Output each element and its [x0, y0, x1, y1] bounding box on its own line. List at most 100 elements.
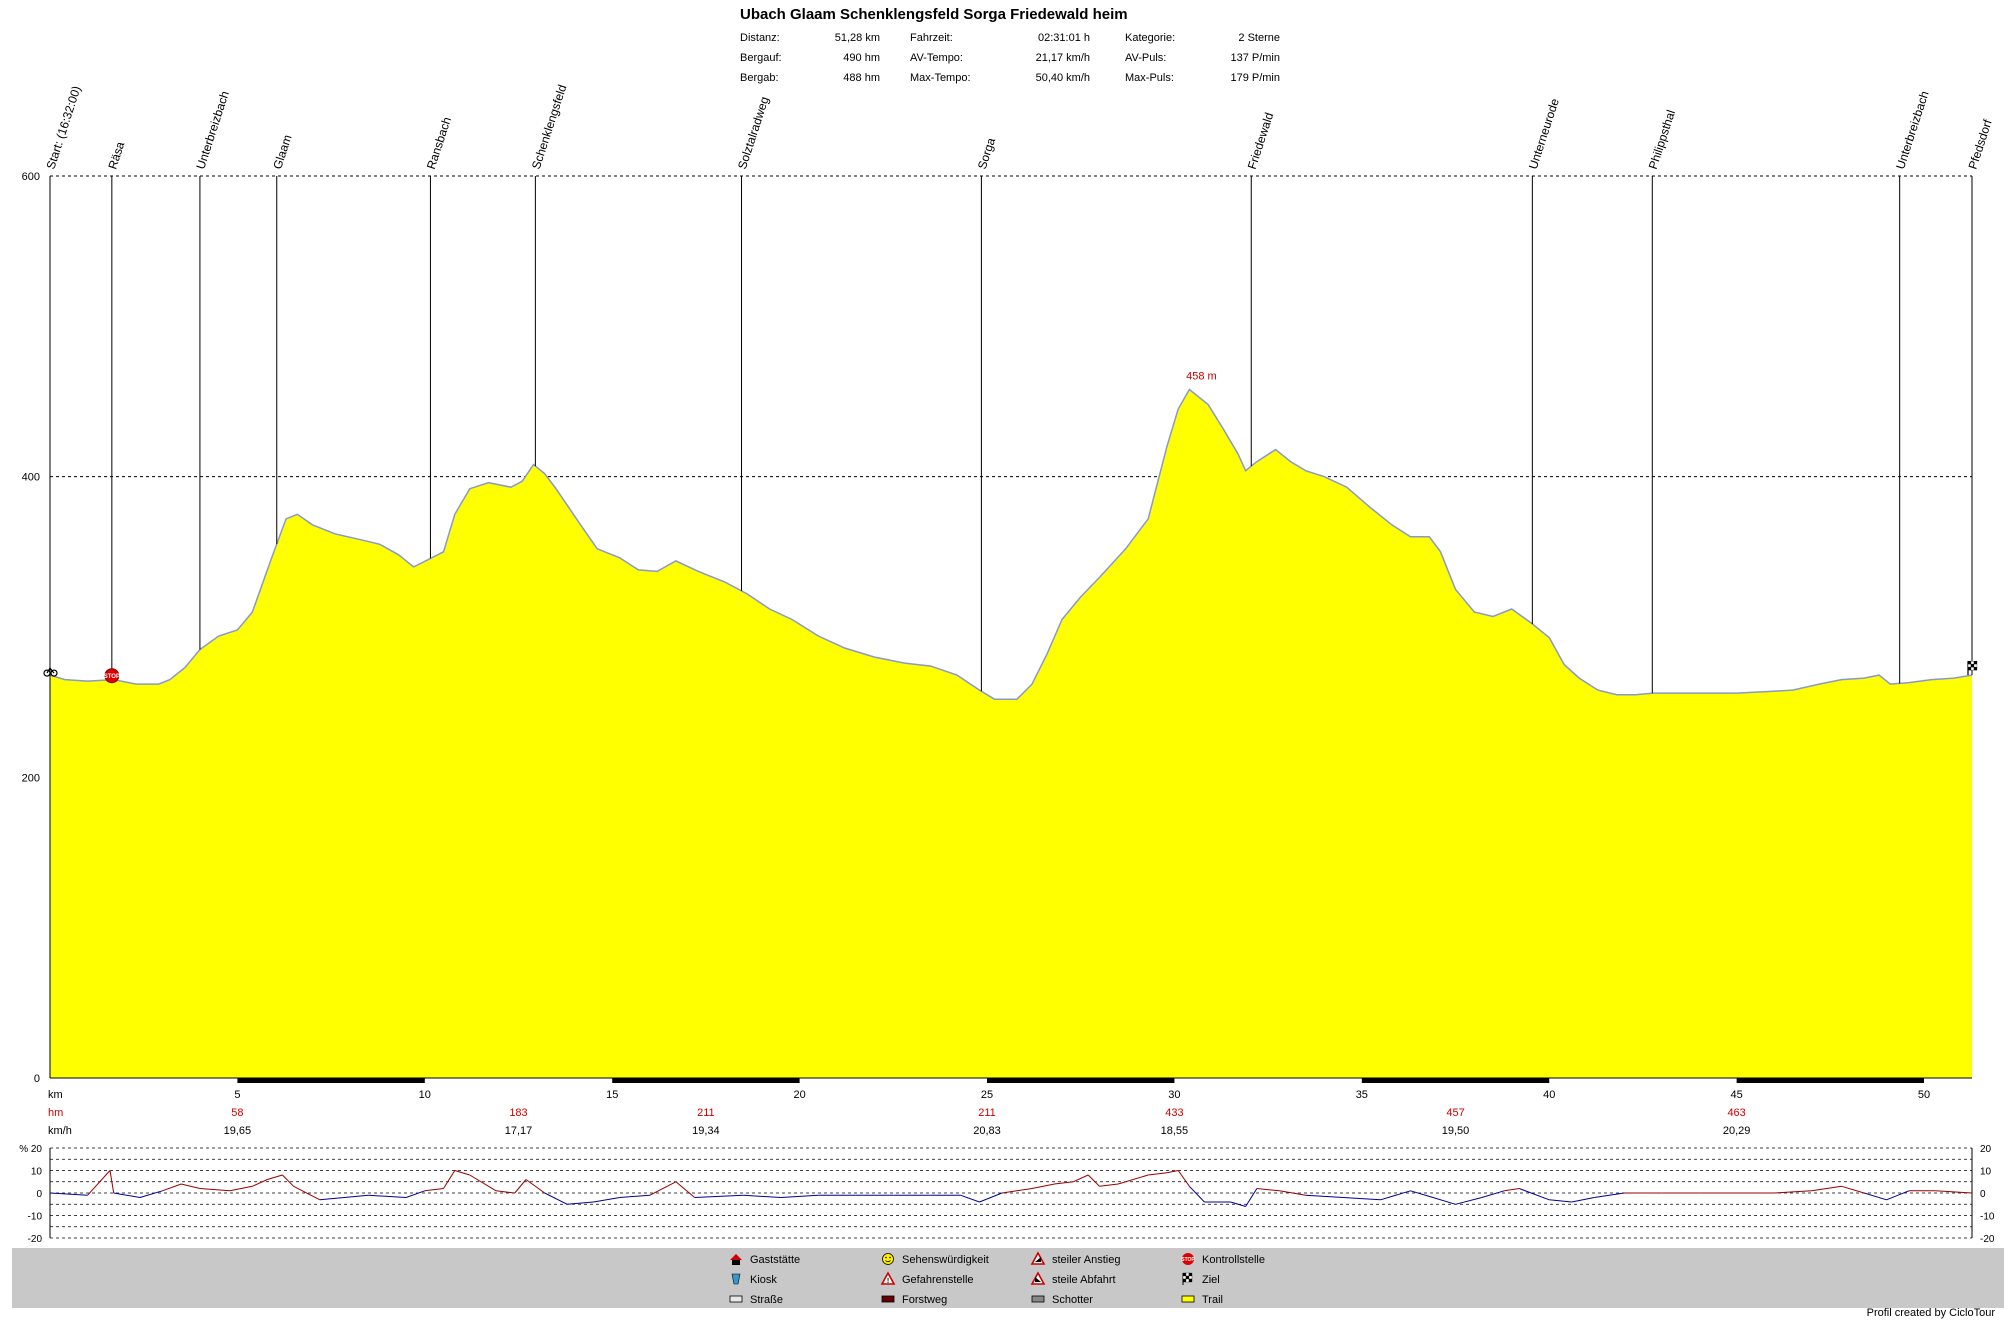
face — [882, 1253, 894, 1265]
table-cell: 463 — [1727, 1107, 1745, 1119]
y-tick-label: 600 — [22, 171, 40, 183]
square — [1182, 1275, 1187, 1280]
stat-label: Kategorie: — [1125, 32, 1175, 44]
grade-segment — [319, 1194, 369, 1201]
grade-segment — [960, 1194, 980, 1203]
x-axis-band — [1361, 1078, 1550, 1083]
stat-value: 50,40 km/h — [1036, 72, 1090, 84]
stat-label: AV-Tempo: — [910, 52, 963, 64]
eye — [889, 1256, 891, 1259]
legend-label: steiler Anstieg — [1052, 1254, 1120, 1266]
grade-segment — [1072, 1174, 1089, 1183]
table-cell: 211 — [978, 1107, 996, 1119]
flag-square — [1973, 663, 1978, 668]
legend-label: Straße — [750, 1294, 783, 1306]
x-axis: km 5 10 15 20 25 30 35 40 45 50 — [48, 1077, 1972, 1101]
grade-segment — [979, 1192, 1003, 1203]
grade-segment — [443, 1170, 456, 1189]
chart-title: Ubach Glaam Schenklengsfeld Sorga Friede… — [740, 6, 1128, 23]
elevation-profile-chart: Ubach Glaam Schenklengsfeld Sorga Friede… — [12, 6, 2004, 1319]
segment-stats-table: hm 58 183 211 211 433 457 463 km/h 19,65 17,17 19,3… — [48, 1107, 1750, 1137]
grade-segment — [780, 1194, 819, 1198]
grade-segment — [1811, 1185, 1842, 1192]
x-tick-label: 15 — [606, 1089, 618, 1101]
stat-value: 02:31:01 h — [1038, 32, 1090, 44]
square — [1182, 1278, 1187, 1283]
legend-label: Kontrollstelle — [1202, 1254, 1265, 1266]
grade-tick-label: -20 — [28, 1234, 43, 1245]
grade-segment — [1177, 1170, 1190, 1187]
legend-label: Forstweg — [902, 1294, 947, 1306]
elevation-plot: 0 200 400 600 458 m — [22, 171, 1973, 1085]
flag-square — [1967, 660, 1972, 665]
grade-segment — [1549, 1199, 1572, 1203]
legend-label: Sehenswürdigkeit — [902, 1254, 989, 1266]
x-tick-label: 20 — [793, 1089, 805, 1101]
grade-segment — [1054, 1181, 1074, 1185]
stat-label: Fahrzeit: — [910, 32, 953, 44]
x-tick-label: 50 — [1918, 1089, 1930, 1101]
grade-segment — [1886, 1190, 1910, 1201]
x-tick-label: 45 — [1730, 1089, 1742, 1101]
square — [1188, 1275, 1193, 1280]
grade-segment — [1148, 1172, 1167, 1176]
swatch — [881, 1295, 895, 1303]
stat-label: AV-Puls: — [1125, 52, 1166, 64]
grade-segment — [619, 1194, 650, 1198]
waypoint-label: Räsa — [105, 140, 127, 171]
table-cell: 17,17 — [505, 1125, 533, 1137]
grade-segment — [252, 1179, 268, 1187]
square — [1185, 1275, 1190, 1280]
grade-segment — [1481, 1190, 1505, 1198]
mark: ! — [887, 1278, 889, 1285]
stats-block: Distanz: 51,28 km Bergauf: 490 hm Bergab… — [740, 32, 1280, 84]
grade-segment — [1432, 1197, 1456, 1205]
waypoint-label: Pfedsdorf — [1966, 117, 1995, 171]
waypoint-label: Unterbreizbach — [1893, 89, 1931, 171]
x-axis-band — [1736, 1078, 1925, 1083]
grade-tick-label-right: 0 — [1980, 1189, 1986, 1200]
stop-sign-text: STOP — [104, 674, 120, 680]
square — [1185, 1272, 1190, 1277]
grade-segment — [1504, 1188, 1520, 1192]
grade-segment — [1099, 1183, 1119, 1187]
grade-segment — [743, 1194, 781, 1198]
waypoint-label: Start: (16:32:00) — [44, 84, 84, 171]
forest-track-surface-icon — [881, 1295, 895, 1303]
grade-segment — [675, 1181, 696, 1198]
table-cell: 20,29 — [1723, 1125, 1751, 1137]
waypoint-label: Unterbreizbach — [193, 89, 231, 171]
x-tick-label: 35 — [1356, 1089, 1368, 1101]
grade-segment — [1455, 1197, 1482, 1205]
table-cell: 20,83 — [973, 1125, 1001, 1137]
grade-segment — [1087, 1174, 1100, 1187]
grade-tick-label: -10 — [28, 1212, 43, 1223]
legend-label: Gefahrenstelle — [902, 1274, 974, 1286]
grade-segment — [469, 1174, 497, 1192]
grade-segment — [113, 1192, 141, 1198]
table-cell: 58 — [231, 1107, 243, 1119]
waypoint-label: Glaam — [270, 133, 294, 171]
table-cell: 19,65 — [224, 1125, 252, 1137]
x-tick-label: 30 — [1168, 1089, 1180, 1101]
grade-segment — [1410, 1190, 1434, 1198]
grade-segment — [1863, 1192, 1887, 1201]
wall — [732, 1260, 740, 1265]
legend-label: steile Abfahrt — [1052, 1274, 1116, 1286]
x-tick-label: 40 — [1543, 1089, 1555, 1101]
gradient-plot: -20 -20 -10 -10 0 0 10 10 % 20 20 — [19, 1144, 1995, 1245]
grade-tick-label: 10 — [31, 1167, 43, 1178]
flag-square — [1967, 663, 1972, 668]
x-tick-label: 10 — [419, 1089, 431, 1101]
table-cell: 433 — [1165, 1107, 1183, 1119]
table-cell: 183 — [509, 1107, 527, 1119]
legend-label: Ziel — [1202, 1274, 1220, 1286]
grade-tick-label-right: -20 — [1980, 1234, 1995, 1245]
x-axis-band — [612, 1078, 800, 1083]
swatch — [1031, 1295, 1045, 1303]
stat-value: 179 P/min — [1230, 72, 1280, 84]
waypoint-label: Solztalradweg — [735, 95, 772, 171]
x-axis-band — [987, 1078, 1175, 1083]
grade-segment — [544, 1192, 568, 1205]
waypoint-label: Sorga — [975, 136, 998, 171]
